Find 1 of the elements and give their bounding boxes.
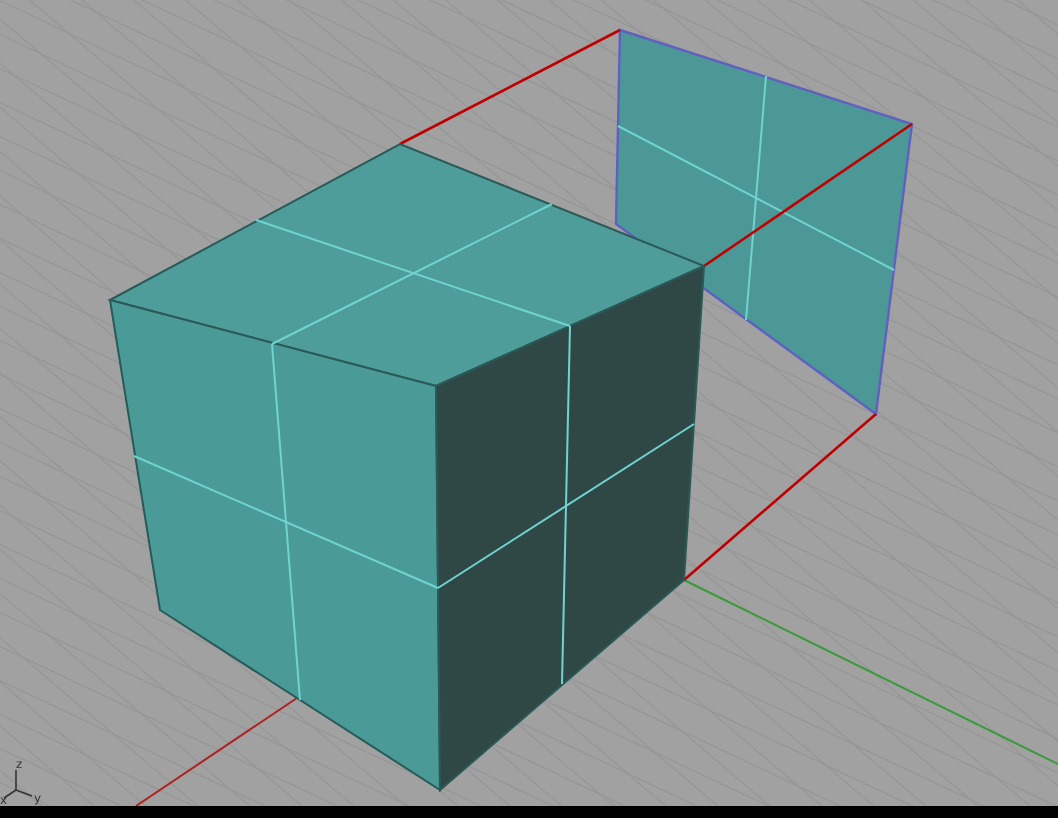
axis-gizmo-icon bbox=[3, 769, 33, 799]
